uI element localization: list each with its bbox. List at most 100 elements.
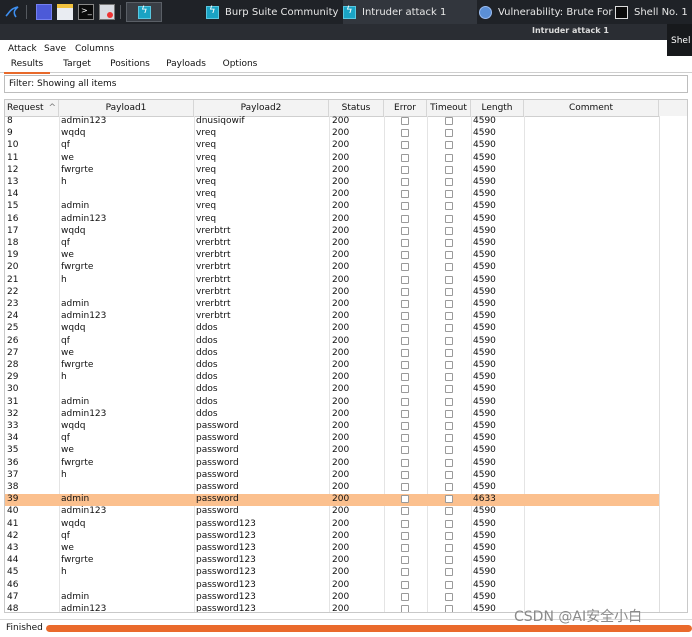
terminal-icon (615, 5, 628, 19)
sort-ascending-icon: ^ (48, 103, 56, 113)
table-row[interactable]: 33 wqdq password 200 4590 (5, 421, 687, 433)
table-row[interactable]: 34 qf password 200 4590 (5, 433, 687, 445)
table-scroll-area[interactable] (659, 116, 687, 612)
error-checkbox (401, 165, 409, 174)
workspace-icon[interactable] (36, 4, 52, 20)
cell-status: 200 (332, 250, 350, 261)
error-checkbox (401, 470, 409, 479)
table-row[interactable]: 21 h vrerbtrt 200 4590 (5, 275, 687, 287)
tab-results[interactable]: Results (4, 56, 50, 74)
cell-payload1: qf (61, 530, 70, 541)
cell-payload2: password (196, 469, 239, 480)
table-row[interactable]: 30 ddos 200 4590 (5, 384, 687, 396)
table-row[interactable]: 25 wqdq ddos 200 4590 (5, 323, 687, 335)
task-shell[interactable]: Shell No. 1 (615, 0, 692, 24)
cell-request: 35 (7, 445, 19, 456)
table-row[interactable]: 41 wqdq password123 200 4590 (5, 519, 687, 531)
menu-attack[interactable]: Attack (8, 44, 37, 54)
task-burp-suite[interactable]: Burp Suite Community E... (206, 0, 340, 24)
table-row[interactable]: 11 we vreq 200 4590 (5, 153, 687, 165)
window-titlebar: Intruder attack 1 (0, 24, 692, 40)
table-row[interactable]: 32 admin123 ddos 200 4590 (5, 409, 687, 421)
progress-fill (46, 625, 692, 632)
table-row[interactable]: 15 admin vreq 200 4590 (5, 201, 687, 213)
table-row[interactable]: 37 h password 200 4590 (5, 470, 687, 482)
cell-request: 32 (7, 408, 19, 419)
table-row[interactable]: 44 fwrgrte password123 200 4590 (5, 555, 687, 567)
table-row[interactable]: 31 admin ddos 200 4590 (5, 397, 687, 409)
error-checkbox (401, 117, 409, 125)
table-row[interactable]: 35 we password 200 4590 (5, 445, 687, 457)
table-row[interactable]: 40 admin123 password 200 4590 (5, 506, 687, 518)
column-header-error[interactable]: Error (384, 100, 427, 116)
task-intruder-attack[interactable]: Intruder attack 1 (343, 0, 477, 24)
cell-request: 39 (7, 494, 19, 505)
cell-status: 200 (332, 494, 350, 505)
table-row[interactable]: 14 vreq 200 4590 (5, 189, 687, 201)
menu-columns[interactable]: Columns (75, 44, 114, 54)
file-manager-icon[interactable] (57, 4, 73, 20)
shell-tooltip: Shel (667, 24, 692, 56)
filter-text: Filter: Showing all items (9, 79, 117, 89)
table-row[interactable]: 20 fwrgrte vrerbtrt 200 4590 (5, 262, 687, 274)
table-row[interactable]: 47 admin password123 200 4590 (5, 592, 687, 604)
results-table[interactable]: Request ^ Payload1 Payload2 Status Error… (4, 99, 688, 613)
cell-payload1: admin (61, 299, 90, 309)
column-header-payload2[interactable]: Payload2 (194, 100, 329, 116)
tab-positions[interactable]: Positions (104, 56, 156, 72)
table-row[interactable]: 28 fwrgrte ddos 200 4590 (5, 360, 687, 372)
kali-menu-icon[interactable] (4, 4, 20, 20)
timeout-checkbox (445, 348, 453, 357)
cell-status: 200 (332, 506, 350, 517)
table-row[interactable]: 18 qf vrerbtrt 200 4590 (5, 238, 687, 250)
cell-payload2: password (196, 421, 239, 431)
table-row[interactable]: 13 h vreq 200 4590 (5, 177, 687, 189)
table-row[interactable]: 42 qf password123 200 4590 (5, 531, 687, 543)
table-row[interactable]: 10 qf vreq 200 4590 (5, 140, 687, 152)
tab-payloads[interactable]: Payloads (160, 56, 212, 72)
cell-length: 4590 (473, 213, 496, 224)
column-header-request[interactable]: Request ^ (5, 100, 59, 116)
cell-payload1: we (61, 250, 74, 261)
table-row[interactable]: 27 we ddos 200 4590 (5, 348, 687, 360)
table-row[interactable]: 26 qf ddos 200 4590 (5, 336, 687, 348)
table-row[interactable]: 29 h ddos 200 4590 (5, 372, 687, 384)
table-row[interactable]: 17 wqdq vrerbtrt 200 4590 (5, 226, 687, 238)
table-row[interactable]: 9 wqdq vreq 200 4590 (5, 128, 687, 140)
table-row[interactable]: 16 admin123 vreq 200 4590 (5, 214, 687, 226)
table-row[interactable]: 19 we vrerbtrt 200 4590 (5, 250, 687, 262)
task-vulnerability-brute-force[interactable]: Vulnerability: Brute Forc... (479, 0, 613, 24)
table-row[interactable]: 46 password123 200 4590 (5, 580, 687, 592)
cell-status: 200 (332, 457, 350, 468)
timeout-checkbox (445, 470, 453, 479)
error-checkbox (401, 336, 409, 345)
table-row[interactable]: 8 admin123 dnusiqowif 200 4590 (5, 116, 687, 128)
table-row[interactable]: 39 admin password 200 4633 (5, 494, 687, 507)
column-header-length[interactable]: Length (471, 100, 524, 116)
browser-icon[interactable] (99, 4, 115, 20)
column-header-payload1[interactable]: Payload1 (59, 100, 194, 116)
filter-bar[interactable]: Filter: Showing all items (4, 75, 688, 93)
table-row[interactable]: 38 password 200 4590 (5, 482, 687, 494)
tab-target[interactable]: Target (54, 56, 100, 72)
table-row[interactable]: 22 vrerbtrt 200 4590 (5, 287, 687, 299)
cell-status: 200 (332, 299, 350, 309)
terminal-icon[interactable]: >_ (78, 4, 94, 20)
column-header-status[interactable]: Status (329, 100, 384, 116)
column-header-timeout[interactable]: Timeout (427, 100, 471, 116)
table-row[interactable]: 24 admin123 vrerbtrt 200 4590 (5, 311, 687, 323)
error-checkbox (401, 141, 409, 150)
cell-payload2: ddos (196, 347, 218, 358)
table-row[interactable]: 12 fwrgrte vreq 200 4590 (5, 165, 687, 177)
tab-options[interactable]: Options (216, 56, 264, 72)
active-window-thumb[interactable] (126, 2, 162, 22)
column-header-comment[interactable]: Comment (524, 100, 659, 116)
table-row[interactable]: 45 h password123 200 4590 (5, 567, 687, 579)
menu-save[interactable]: Save (44, 44, 66, 54)
cell-payload2: vreq (196, 213, 217, 224)
timeout-checkbox (445, 153, 453, 162)
table-row[interactable]: 36 fwrgrte password 200 4590 (5, 458, 687, 470)
cell-payload2: password123 (196, 543, 256, 553)
table-row[interactable]: 43 we password123 200 4590 (5, 543, 687, 555)
table-row[interactable]: 23 admin vrerbtrt 200 4590 (5, 299, 687, 311)
